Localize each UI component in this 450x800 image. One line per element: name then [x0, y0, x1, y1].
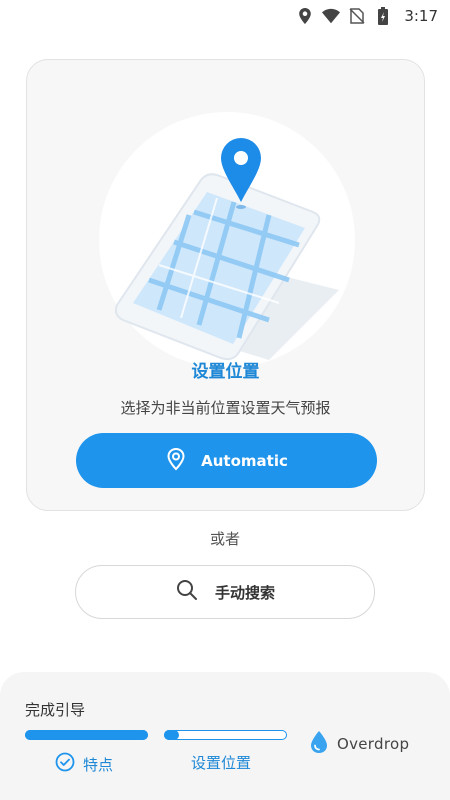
automatic-location-button[interactable]: Automatic: [76, 433, 377, 488]
phone-map-illustration: [114, 138, 339, 361]
drop-logo-icon: [309, 730, 329, 758]
step-2-progress: [164, 730, 287, 742]
manual-search-label: 手动搜索: [214, 583, 275, 602]
guide-title: 完成引导: [25, 701, 86, 719]
check-circle-icon: [55, 752, 75, 776]
step-2-text: 设置位置: [191, 754, 252, 772]
step-1-progress: [25, 730, 148, 742]
card-title: 设置位置: [191, 362, 260, 382]
progress-fill: [25, 730, 148, 740]
clock: 3:17: [404, 7, 438, 25]
step-1-label[interactable]: 特点: [55, 752, 113, 776]
automatic-button-label: Automatic: [201, 451, 288, 470]
manual-search-button[interactable]: 手动搜索: [75, 565, 375, 619]
battery-charging-icon: [374, 7, 392, 25]
card-subtitle: 选择为非当前位置设置天气预报: [120, 399, 331, 417]
wifi-icon: [322, 7, 341, 25]
brand: Overdrop: [309, 730, 409, 758]
screen: 3:17 设置位置 选择为非当前位置设置天气预报 Automatic 或者 手动…: [0, 0, 450, 800]
location-pin-icon: [165, 447, 187, 475]
progress-track: [164, 730, 287, 740]
no-sim-icon: [348, 7, 366, 25]
onboarding-guide: 完成引导 特点 设置位置 Overdrop: [0, 672, 450, 800]
step-2-label[interactable]: 设置位置: [191, 752, 251, 773]
location-card: 设置位置 选择为非当前位置设置天气预报 Automatic: [26, 59, 425, 511]
progress-fill: [164, 730, 179, 740]
or-label: 或者: [209, 530, 240, 548]
location-icon: [296, 7, 314, 25]
brand-name: Overdrop: [337, 735, 410, 753]
status-bar: 3:17: [0, 0, 450, 32]
search-icon: [175, 578, 199, 606]
step-1-text: 特点: [83, 755, 114, 774]
